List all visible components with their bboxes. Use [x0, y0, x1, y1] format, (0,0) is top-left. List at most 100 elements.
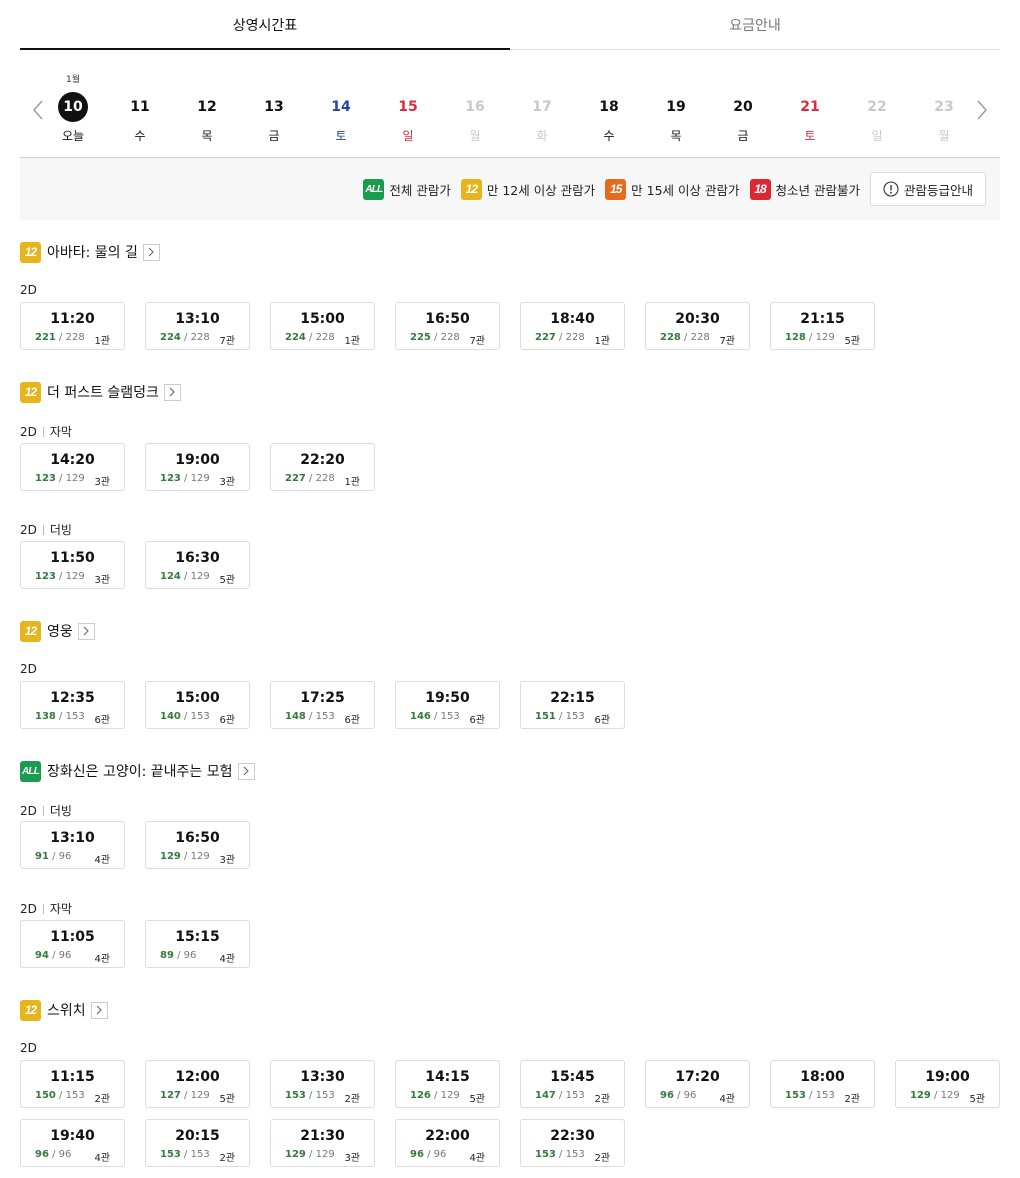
- date-item[interactable]: 16 월: [453, 92, 497, 152]
- showtime-slot[interactable]: 20:15 153 / 153 2관: [145, 1119, 250, 1167]
- showtime-slot[interactable]: 11:20 221 / 228 1관: [20, 302, 125, 350]
- showtime-slot[interactable]: 14:20 123 / 129 3관: [20, 443, 125, 491]
- showtime-slot[interactable]: 22:20 227 / 228 1관: [270, 443, 375, 491]
- date-item[interactable]: 19 목: [654, 92, 698, 152]
- chevron-left-icon[interactable]: [28, 98, 48, 122]
- rating-12-badge: 12: [20, 381, 41, 403]
- date-item[interactable]: 23 월: [922, 92, 966, 152]
- showtime-slot[interactable]: 21:15 128 / 129 5관: [770, 302, 875, 350]
- rating-all-badge: ALL: [363, 178, 385, 200]
- seat-separator: /: [805, 1090, 816, 1101]
- showtime-slot[interactable]: 15:00 140 / 153 6관: [145, 681, 250, 729]
- showtime-slot[interactable]: 16:50 225 / 228 7관: [395, 302, 500, 350]
- seats-available: 153: [535, 1149, 556, 1160]
- date-item[interactable]: 20 금: [721, 92, 765, 152]
- date-weekday: 오늘: [61, 129, 85, 143]
- movie-name[interactable]: 스위치: [47, 1000, 86, 1020]
- showtime-slot[interactable]: 13:10 224 / 228 7관: [145, 302, 250, 350]
- showtime-slot[interactable]: 17:20 96 / 96 4관: [645, 1060, 750, 1108]
- hall-number: 6관: [469, 715, 485, 726]
- showtime-slot[interactable]: 22:30 153 / 153 2관: [520, 1119, 625, 1167]
- chevron-right-icon[interactable]: [90, 1001, 108, 1019]
- showtime-slot[interactable]: 15:15 89 / 96 4관: [145, 920, 250, 968]
- date-item[interactable]: 11 수: [118, 92, 162, 152]
- seats-available: 124: [160, 571, 181, 582]
- chevron-right-icon[interactable]: [972, 98, 992, 122]
- chevron-right-icon[interactable]: [77, 622, 95, 640]
- chevron-right-icon[interactable]: [237, 762, 255, 780]
- tab-showtimes[interactable]: 상영시간표: [20, 0, 510, 50]
- seat-separator: /: [430, 1090, 441, 1101]
- showtime-slot[interactable]: 16:30 124 / 129 5관: [145, 541, 250, 589]
- movie-name[interactable]: 영웅: [47, 621, 73, 641]
- tab-pricing[interactable]: 요금안내: [510, 0, 1000, 49]
- format-label: 2D: [20, 1041, 37, 1055]
- format-type: 2D: [20, 283, 37, 297]
- showtime-slot[interactable]: 15:45 147 / 153 2관: [520, 1060, 625, 1108]
- showtime-time: 12:00: [175, 1069, 220, 1085]
- seat-count: 140 / 153: [160, 711, 210, 722]
- hall-number: 6관: [219, 715, 235, 726]
- showtime-slot[interactable]: 11:05 94 / 96 4관: [20, 920, 125, 968]
- showtime-slot[interactable]: 18:40 227 / 228 1관: [520, 302, 625, 350]
- date-item[interactable]: 22 일: [855, 92, 899, 152]
- movie-name[interactable]: 장화신은 고양이: 끝내주는 모험: [47, 761, 233, 781]
- format-type: 2D: [20, 1041, 37, 1055]
- seats-total: 153: [65, 1090, 85, 1101]
- hall-number: 4관: [219, 954, 235, 965]
- seat-separator: /: [173, 950, 184, 961]
- chevron-right-icon[interactable]: [142, 243, 160, 261]
- format-type: 2D: [20, 522, 37, 537]
- seat-separator: /: [555, 332, 566, 343]
- seats-available: 153: [785, 1090, 806, 1101]
- showtime-slot[interactable]: 22:00 96 / 96 4관: [395, 1119, 500, 1167]
- chevron-right-icon[interactable]: [163, 383, 181, 401]
- showtime-slot[interactable]: 13:10 91 / 96 4관: [20, 821, 125, 869]
- showtime-slot[interactable]: 20:30 228 / 228 7관: [645, 302, 750, 350]
- showtime-slot[interactable]: 12:35 138 / 153 6관: [20, 681, 125, 729]
- showtime-slot[interactable]: 11:15 150 / 153 2관: [20, 1060, 125, 1108]
- rating-guide-button[interactable]: 관람등급안내: [869, 172, 986, 206]
- date-item[interactable]: 15 일: [386, 92, 430, 152]
- showtime-slot[interactable]: 12:00 127 / 129 5관: [145, 1060, 250, 1108]
- date-item[interactable]: 17 화: [520, 92, 564, 152]
- showtime-slot[interactable]: 19:40 96 / 96 4관: [20, 1119, 125, 1167]
- showtime-slot[interactable]: 16:50 129 / 129 3관: [145, 821, 250, 869]
- format-language: 더빙: [49, 523, 72, 537]
- seats-total: 96: [683, 1090, 697, 1101]
- seats-total: 129: [315, 1149, 335, 1160]
- movie-name[interactable]: 아바타: 물의 길: [47, 242, 138, 262]
- date-weekday: 월: [469, 129, 481, 143]
- seats-available: 94: [35, 950, 49, 961]
- seat-separator: /: [305, 1090, 316, 1101]
- showtime-slot[interactable]: 22:15 151 / 153 6관: [520, 681, 625, 729]
- showtime-slot[interactable]: 18:00 153 / 153 2관: [770, 1060, 875, 1108]
- movie-name[interactable]: 더 퍼스트 슬램덩크: [47, 382, 159, 402]
- showtime-slot[interactable]: 15:00 224 / 228 1관: [270, 302, 375, 350]
- showtime-slot[interactable]: 19:00 129 / 129 5관: [895, 1060, 1000, 1108]
- rating-12-badge: 12: [460, 178, 482, 200]
- seat-count: 129 / 129: [285, 1149, 335, 1160]
- showtime-slot[interactable]: 11:50 123 / 129 3관: [20, 541, 125, 589]
- date-item[interactable]: 12 목: [185, 92, 229, 152]
- date-number: 12: [197, 99, 217, 115]
- date-item[interactable]: 21 토: [788, 92, 832, 152]
- legend-label: 청소년 관람불가: [775, 182, 860, 198]
- showtime-slot[interactable]: 14:15 126 / 129 5관: [395, 1060, 500, 1108]
- date-item[interactable]: 14 토: [319, 92, 363, 152]
- showtime-slot[interactable]: 17:25 148 / 153 6관: [270, 681, 375, 729]
- date-item[interactable]: 13 금: [252, 92, 296, 152]
- showtime-slot[interactable]: 13:30 153 / 153 2관: [270, 1060, 375, 1108]
- hall-number: 2관: [94, 1094, 110, 1105]
- showtime-time: 20:15: [175, 1128, 220, 1144]
- seats-total: 228: [315, 473, 335, 484]
- showtime-slot[interactable]: 19:50 146 / 153 6관: [395, 681, 500, 729]
- date-weekday: 화: [536, 129, 548, 143]
- seats-total: 129: [190, 473, 210, 484]
- showtime-time: 22:15: [550, 690, 595, 706]
- date-item[interactable]: 10 오늘: [51, 92, 95, 152]
- seats-total: 96: [433, 1149, 447, 1160]
- date-item[interactable]: 18 수: [587, 92, 631, 152]
- showtime-slot[interactable]: 21:30 129 / 129 3관: [270, 1119, 375, 1167]
- showtime-slot[interactable]: 19:00 123 / 129 3관: [145, 443, 250, 491]
